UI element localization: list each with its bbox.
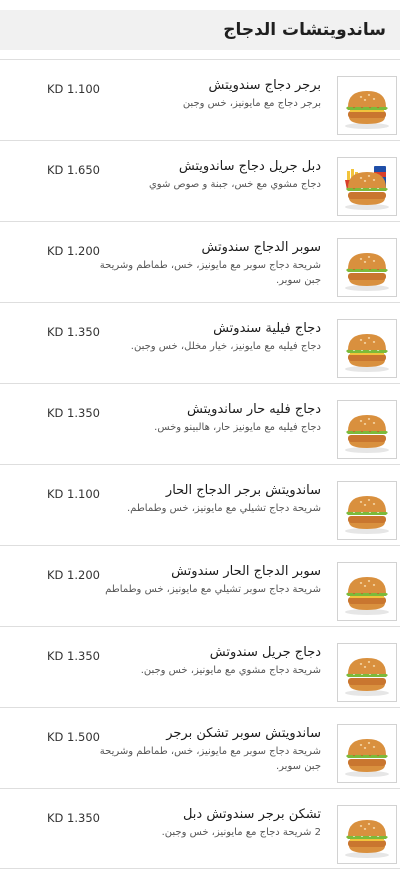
menu-item-name[interactable]: دجاج جريل سندوتش — [91, 644, 321, 661]
menu-item[interactable]: سوبر الدجاج الحار سندوتش شريحة دجاج سوبر … — [0, 545, 400, 626]
menu-item-image[interactable] — [337, 724, 397, 783]
menu-item-name[interactable]: برجر دجاج سندويتش — [91, 77, 321, 94]
menu-item-price: KD 1.350 — [47, 406, 100, 420]
menu-item[interactable]: دجاج فليه حار ساندويتش دجاج فيليه مع مايو… — [0, 383, 400, 464]
menu-item-description: برجر دجاج مع مايونيز، خس وجبن — [182, 98, 321, 109]
menu-item-price: KD 1.350 — [47, 649, 100, 663]
menu-item-image[interactable] — [337, 400, 397, 459]
menu-item-name[interactable]: دبل جريل دجاج ساندويتش — [91, 158, 321, 175]
menu-page: ساندويتشات الدجاج برجر دجاج سندويتش برجر … — [0, 0, 413, 887]
menu-item-description: شريحة دجاج سوبر مع مايونيز، خس، طماطم وش… — [99, 260, 321, 286]
menu-item-info: سوبر الدجاج سندوتش شريحة دجاج سوبر مع ماي… — [91, 239, 321, 288]
menu-item-price: KD 1.200 — [47, 244, 100, 258]
menu-item[interactable]: دبل جريل دجاج ساندويتش دجاج مشوي مع خس، ج… — [0, 140, 400, 221]
menu-item-price: KD 1.100 — [47, 82, 100, 96]
menu-item-description: شريحة دجاج تشيلي مع مايونيز، خس وطماطم. — [127, 503, 321, 514]
menu-item-description: شريحة دجاج سوبر تشيلي مع مايونيز، خس وطم… — [105, 584, 321, 595]
menu-item-description: دجاج مشوي مع خس، جبنة و صوص شوي — [148, 179, 321, 190]
menu-item-name[interactable]: ساندويتش سوبر تشكن برجر — [91, 725, 321, 742]
menu-item-description: دجاج فيليه مع مايونيز، خيار مخلل، خس وجب… — [130, 341, 321, 352]
menu-item-info: دجاج فليه حار ساندويتش دجاج فيليه مع مايو… — [91, 401, 321, 435]
menu-item-info: ساندويتش برجر الدجاج الحار شريحة دجاج تشي… — [91, 482, 321, 516]
menu-item-image[interactable] — [337, 643, 397, 702]
menu-item-image[interactable] — [337, 805, 397, 864]
menu-item-image[interactable] — [337, 157, 397, 216]
menu-item-name[interactable]: سوبر الدجاج الحار سندوتش — [91, 563, 321, 580]
menu-item[interactable]: تشكن برجر سندوتش دبل 2 شريحة دجاج مع مايو… — [0, 788, 400, 869]
menu-item-image[interactable] — [337, 481, 397, 540]
menu-item-price: KD 1.500 — [47, 730, 100, 744]
menu-item[interactable]: ساندويتش سوبر تشكن برجر شريحة دجاج سوبر م… — [0, 707, 400, 788]
menu-item-info: دجاج جريل سندوتش شريحة دجاج مشوي مع مايون… — [91, 644, 321, 678]
menu-item[interactable]: ساندويتش برجر الدجاج الحار شريحة دجاج تشي… — [0, 464, 400, 545]
menu-item-list: برجر دجاج سندويتش برجر دجاج مع مايونيز، خ… — [0, 59, 400, 869]
menu-item-price: KD 1.650 — [47, 163, 100, 177]
menu-item-price: KD 1.350 — [47, 811, 100, 825]
menu-item-description: 2 شريحة دجاج مع مايونيز، خس وجبن. — [161, 827, 321, 838]
menu-item-image[interactable] — [337, 319, 397, 378]
menu-item-info: تشكن برجر سندوتش دبل 2 شريحة دجاج مع مايو… — [91, 806, 321, 840]
menu-item[interactable]: دجاج جريل سندوتش شريحة دجاج مشوي مع مايون… — [0, 626, 400, 707]
menu-item-price: KD 1.350 — [47, 325, 100, 339]
menu-item-name[interactable]: تشكن برجر سندوتش دبل — [91, 806, 321, 823]
menu-item-info: سوبر الدجاج الحار سندوتش شريحة دجاج سوبر … — [91, 563, 321, 597]
menu-item-info: ساندويتش سوبر تشكن برجر شريحة دجاج سوبر م… — [91, 725, 321, 774]
menu-item-name[interactable]: سوبر الدجاج سندوتش — [91, 239, 321, 256]
menu-item-info: دبل جريل دجاج ساندويتش دجاج مشوي مع خس، ج… — [91, 158, 321, 192]
menu-item-description: شريحة دجاج سوبر مع مايونيز، خس، طماطم وش… — [99, 746, 321, 772]
menu-item-name[interactable]: دجاج فليه حار ساندويتش — [91, 401, 321, 418]
category-title: ساندويتشات الدجاج — [223, 20, 386, 40]
menu-item-image[interactable] — [337, 238, 397, 297]
menu-item-name[interactable]: ساندويتش برجر الدجاج الحار — [91, 482, 321, 499]
menu-item-info: برجر دجاج سندويتش برجر دجاج مع مايونيز، خ… — [91, 77, 321, 111]
menu-item-description: دجاج فيليه مع مايونيز حار، هالبينو وخس. — [154, 422, 321, 433]
menu-item[interactable]: برجر دجاج سندويتش برجر دجاج مع مايونيز، خ… — [0, 59, 400, 140]
menu-item[interactable]: دجاج فيلية سندوتش دجاج فيليه مع مايونيز، … — [0, 302, 400, 383]
menu-item[interactable]: سوبر الدجاج سندوتش شريحة دجاج سوبر مع ماي… — [0, 221, 400, 302]
menu-item-name[interactable]: دجاج فيلية سندوتش — [91, 320, 321, 337]
category-header: ساندويتشات الدجاج — [0, 10, 400, 50]
menu-item-price: KD 1.100 — [47, 487, 100, 501]
menu-item-image[interactable] — [337, 562, 397, 621]
menu-item-image[interactable] — [337, 76, 397, 135]
menu-item-price: KD 1.200 — [47, 568, 100, 582]
menu-item-info: دجاج فيلية سندوتش دجاج فيليه مع مايونيز، … — [91, 320, 321, 354]
menu-item-description: شريحة دجاج مشوي مع مايونيز، خس وجبن. — [140, 665, 321, 676]
